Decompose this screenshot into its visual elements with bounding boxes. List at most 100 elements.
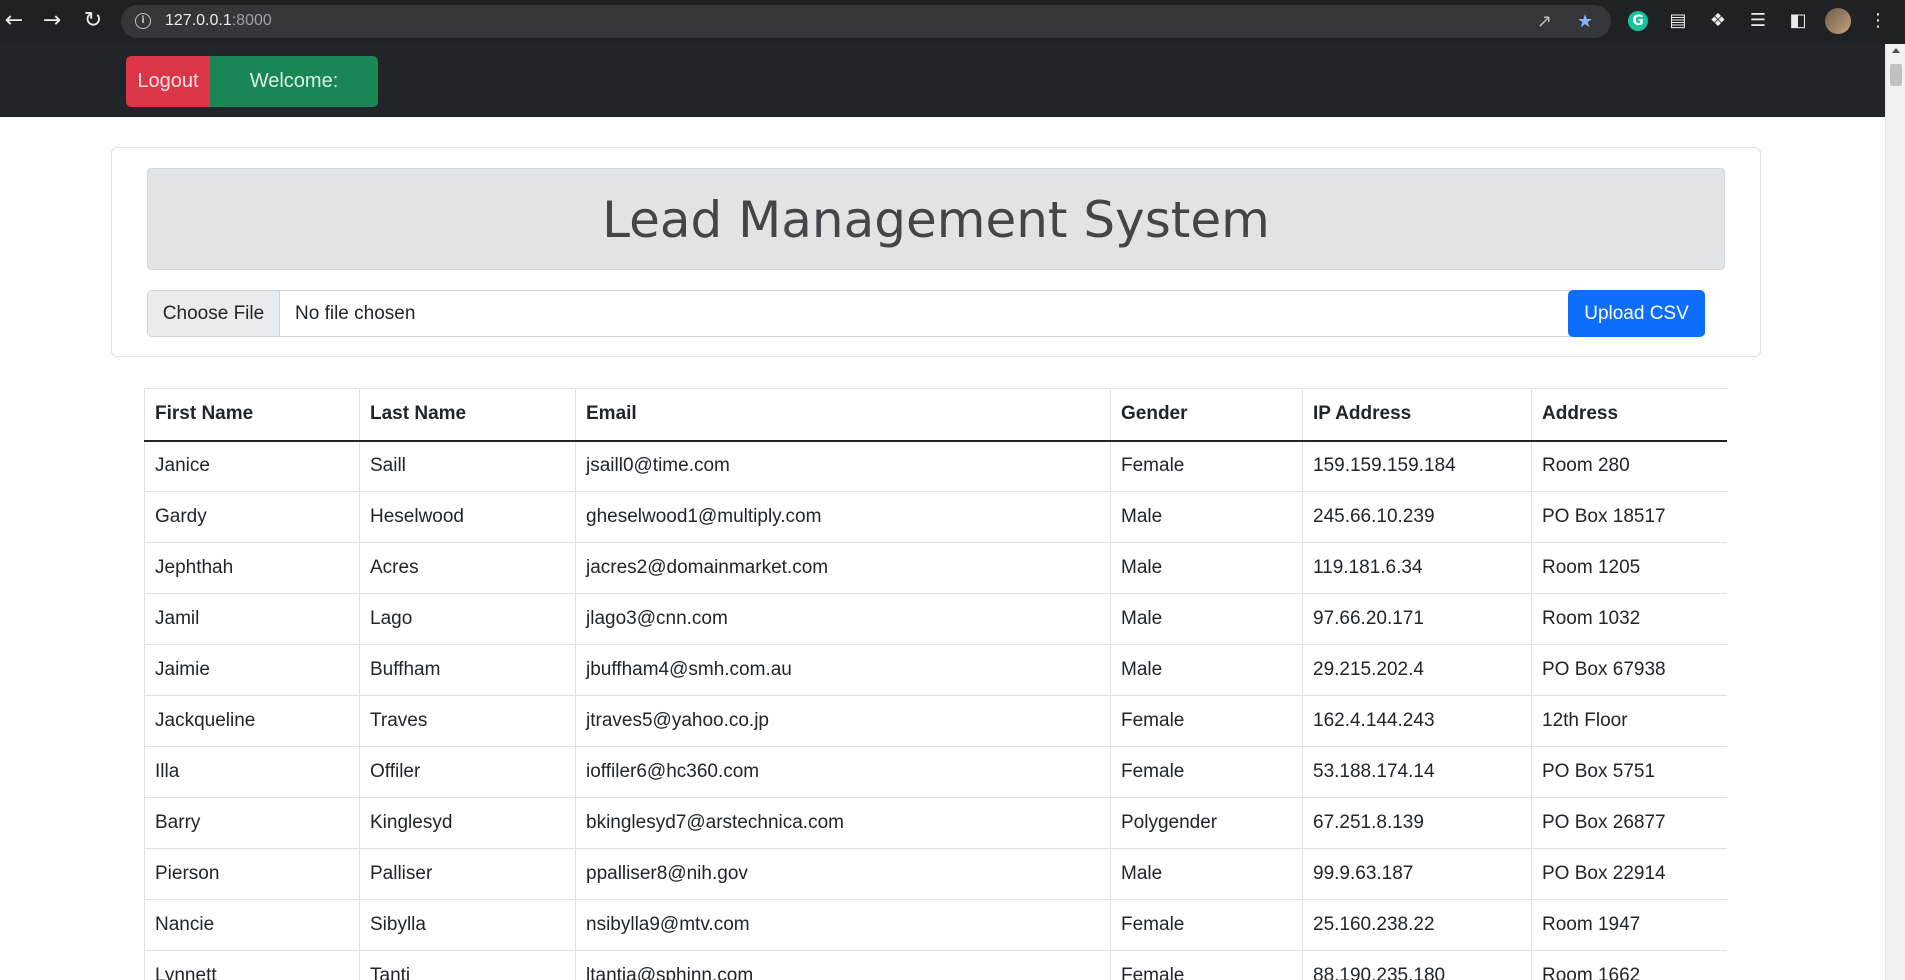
ip-address-cell: 245.66.10.239 xyxy=(1302,491,1532,543)
leads-table: First Name Last Name Email Gender IP Add… xyxy=(144,388,1727,980)
address-cell: Room 1947 xyxy=(1531,899,1727,951)
url-text: 127.0.0.1:8000 xyxy=(165,12,272,29)
first-name-cell: Jaimie xyxy=(144,644,360,696)
gender-cell: Male xyxy=(1110,542,1303,594)
site-info-icon[interactable]: i xyxy=(135,13,151,29)
table-row: Barry Kinglesyd bkinglesyd7@arstechnica.co… xyxy=(144,797,1727,849)
ip-address-cell: 99.9.63.187 xyxy=(1302,848,1532,900)
first-name-cell: Lynnett xyxy=(144,950,360,980)
first-name-cell: Barry xyxy=(144,797,360,849)
table-row: Illa Offiler ioffiler6@hc360.com Female 53.1… xyxy=(144,746,1727,798)
page-scrollbar[interactable] xyxy=(1885,44,1905,980)
file-status-text: No file chosen xyxy=(295,303,416,324)
first-name-cell: Nancie xyxy=(144,899,360,951)
bookmark-star-icon[interactable]: ★ xyxy=(1577,10,1593,34)
first-name-cell: Jephthah xyxy=(144,542,360,594)
gender-cell: Female xyxy=(1110,695,1303,747)
email-cell: jlago3@cnn.com xyxy=(575,593,1111,645)
media-control-icon[interactable]: ☰ xyxy=(1746,9,1770,33)
file-input[interactable]: Choose File No file chosen xyxy=(147,290,1578,337)
address-bar[interactable]: i 127.0.0.1:8000 ↗ ★ xyxy=(121,5,1611,38)
email-cell: jacres2@domainmarket.com xyxy=(575,542,1111,594)
column-header: Email xyxy=(575,388,1111,442)
choose-file-button[interactable]: Choose File xyxy=(148,291,280,336)
ip-address-cell: 97.66.20.171 xyxy=(1302,593,1532,645)
email-cell: ppalliser8@nih.gov xyxy=(575,848,1111,900)
table-row: Jaimie Buffham jbuffham4@smh.com.au Male 29.… xyxy=(144,644,1727,696)
address-cell: Room 1662 xyxy=(1531,950,1727,980)
last-name-cell: Lago xyxy=(359,593,576,645)
address-cell: Room 1032 xyxy=(1531,593,1727,645)
address-cell: 12th Floor xyxy=(1531,695,1727,747)
column-header: Address xyxy=(1531,388,1727,442)
column-header: Gender xyxy=(1110,388,1303,442)
address-cell: PO Box 22914 xyxy=(1531,848,1727,900)
back-arrow-icon[interactable]: ← xyxy=(0,6,28,36)
email-cell: gheselwood1@multiply.com xyxy=(575,491,1111,543)
profile-avatar-icon[interactable] xyxy=(1825,8,1851,34)
ip-address-cell: 67.251.8.139 xyxy=(1302,797,1532,849)
browser-toolbar: ← → ↻ i 127.0.0.1:8000 ↗ ★ G ▤ ❖ ☰ ◧ ⋮ xyxy=(0,0,1905,44)
email-cell: nsibylla9@mtv.com xyxy=(575,899,1111,951)
gender-cell: Male xyxy=(1110,644,1303,696)
first-name-cell: Pierson xyxy=(144,848,360,900)
welcome-user-button[interactable]: Welcome: admin xyxy=(210,56,378,143)
ip-address-cell: 25.160.238.22 xyxy=(1302,899,1532,951)
ip-address-cell: 53.188.174.14 xyxy=(1302,746,1532,798)
forward-arrow-icon[interactable]: → xyxy=(38,6,66,36)
last-name-cell: Saill xyxy=(359,440,576,492)
gender-cell: Female xyxy=(1110,950,1303,980)
ip-address-cell: 119.181.6.34 xyxy=(1302,542,1532,594)
gender-cell: Male xyxy=(1110,593,1303,645)
address-cell: PO Box 67938 xyxy=(1531,644,1727,696)
email-cell: jtraves5@yahoo.co.jp xyxy=(575,695,1111,747)
upload-csv-button[interactable]: Upload CSV xyxy=(1568,290,1705,337)
last-name-cell: Acres xyxy=(359,542,576,594)
side-panel-icon[interactable]: ◧ xyxy=(1786,9,1810,33)
column-header: Last Name xyxy=(359,388,576,442)
gender-cell: Female xyxy=(1110,746,1303,798)
table-row: Lynnett Tanti ltantia@sphinn.com Female 88.1… xyxy=(144,950,1727,980)
ip-address-cell: 88.190.235.180 xyxy=(1302,950,1532,980)
email-cell: jbuffham4@smh.com.au xyxy=(575,644,1111,696)
address-cell: PO Box 26877 xyxy=(1531,797,1727,849)
table-row: Jackqueline Traves jtraves5@yahoo.co.jp Fem… xyxy=(144,695,1727,747)
last-name-cell: Tanti xyxy=(359,950,576,980)
table-row: Janice Saill jsaill0@time.com Female 159.159… xyxy=(144,440,1727,492)
share-icon[interactable]: ↗ xyxy=(1537,10,1552,34)
gender-cell: Male xyxy=(1110,848,1303,900)
leads-table-container: First Name Last Name Email Gender IP Add… xyxy=(144,388,1727,980)
table-row: Jephthah Acres jacres2@domainmarket.com Mal… xyxy=(144,542,1727,594)
address-cell: Room 1205 xyxy=(1531,542,1727,594)
page-title: Lead Management System xyxy=(602,191,1270,249)
first-name-cell: Illa xyxy=(144,746,360,798)
menu-kebab-icon[interactable]: ⋮ xyxy=(1866,9,1890,33)
reload-icon[interactable]: ↻ xyxy=(79,6,107,36)
table-row: Pierson Palliser ppalliser8@nih.gov Male 99.… xyxy=(144,848,1727,900)
last-name-cell: Kinglesyd xyxy=(359,797,576,849)
title-banner: Lead Management System xyxy=(147,168,1725,270)
grammarly-extension-icon[interactable]: G xyxy=(1628,11,1648,31)
top-navbar: Logout Welcome: admin xyxy=(0,44,1885,143)
ip-address-cell: 29.215.202.4 xyxy=(1302,644,1532,696)
email-cell: jsaill0@time.com xyxy=(575,440,1111,492)
gender-cell: Polygender xyxy=(1110,797,1303,849)
scroll-thumb[interactable] xyxy=(1890,64,1902,86)
last-name-cell: Buffham xyxy=(359,644,576,696)
first-name-cell: Jackqueline xyxy=(144,695,360,747)
calendar-extension-icon[interactable]: ▤ xyxy=(1666,9,1690,33)
gender-cell: Female xyxy=(1110,440,1303,492)
address-cell: Room 280 xyxy=(1531,440,1727,492)
address-cell: PO Box 18517 xyxy=(1531,491,1727,543)
ip-address-cell: 162.4.144.243 xyxy=(1302,695,1532,747)
last-name-cell: Sibylla xyxy=(359,899,576,951)
address-cell: PO Box 5751 xyxy=(1531,746,1727,798)
email-cell: bkinglesyd7@arstechnica.com xyxy=(575,797,1111,849)
last-name-cell: Offiler xyxy=(359,746,576,798)
table-header-row: First Name Last Name Email Gender IP Add… xyxy=(144,388,1727,442)
logout-button[interactable]: Logout xyxy=(126,56,210,107)
extensions-puzzle-icon[interactable]: ❖ xyxy=(1706,9,1730,33)
email-cell: ltantia@sphinn.com xyxy=(575,950,1111,980)
last-name-cell: Traves xyxy=(359,695,576,747)
scroll-up-arrow-icon[interactable] xyxy=(1892,48,1900,53)
